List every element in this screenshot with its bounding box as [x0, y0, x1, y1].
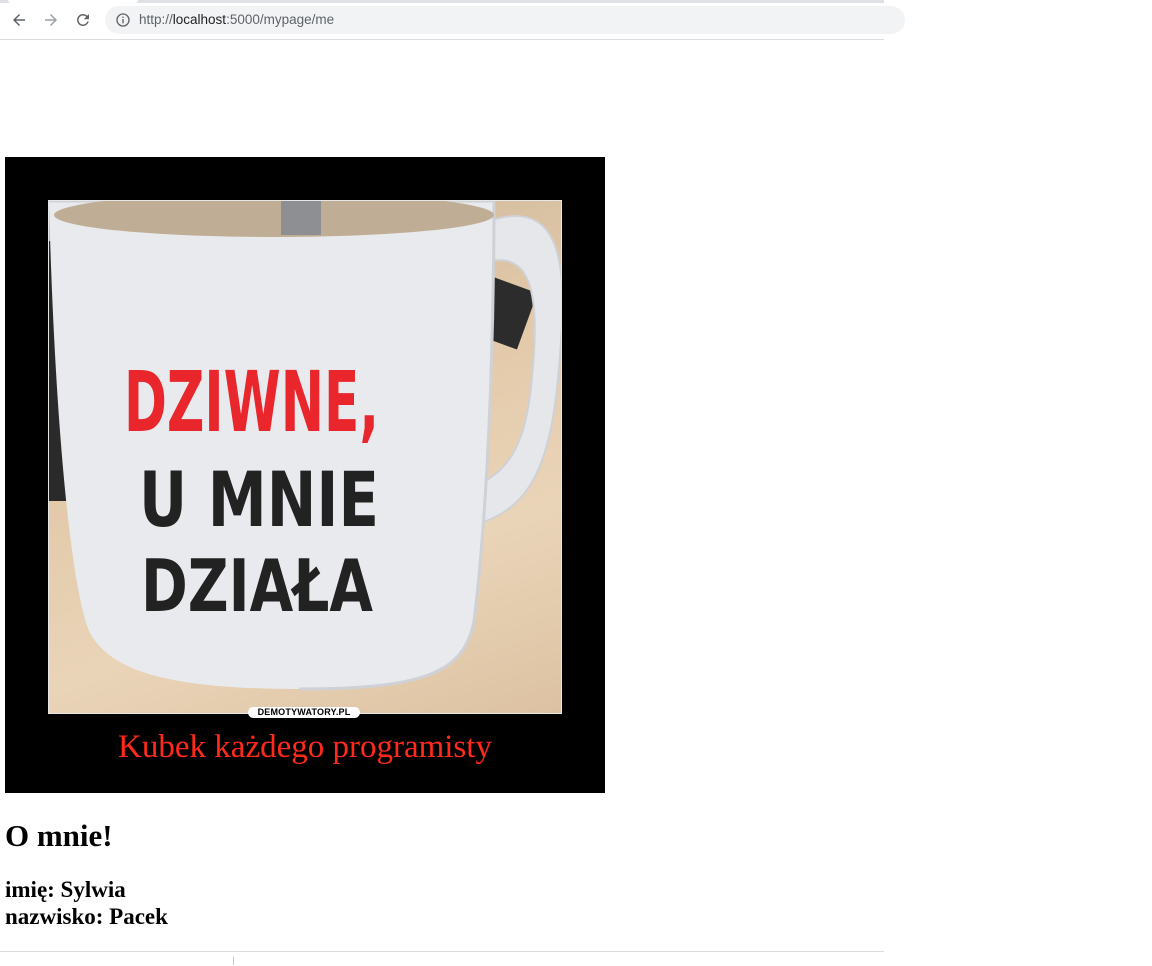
mug-text-line2: U MNIE	[139, 455, 379, 544]
url-scheme: http://	[139, 12, 173, 27]
arrow-right-icon	[45, 14, 57, 26]
mug-illustration: DZIWNE, U MNIE DZIAŁA	[49, 201, 561, 691]
about-title: O mnie!	[5, 818, 113, 853]
active-tab-edge[interactable]	[8, 0, 138, 3]
address-bar[interactable]: http://localhost:5000/mypage/me	[105, 6, 905, 34]
mug-text-line3: DZIAŁA	[141, 544, 373, 628]
first-name-line: imię: Sylwia	[5, 877, 126, 902]
url-host: localhost	[172, 12, 227, 27]
meme-image: DZIWNE, U MNIE DZIAŁA DEMOTYWATORY.PL Ku…	[5, 157, 605, 793]
meme-caption: Kubek każdego programisty	[118, 729, 492, 765]
url-path: :5000/mypage/me	[226, 12, 335, 27]
watermark: DEMOTYWATORY.PL	[248, 707, 360, 718]
spoon	[281, 201, 321, 235]
bottom-bar	[0, 951, 884, 966]
browser-toolbar: http://localhost:5000/mypage/me	[0, 0, 905, 40]
reload-icon	[76, 13, 89, 26]
mug-photo: DZIWNE, U MNIE DZIAŁA	[48, 200, 562, 714]
info-icon[interactable]	[115, 12, 131, 28]
back-button[interactable]	[7, 8, 31, 32]
last-name-line: nazwisko: Pacek	[5, 904, 168, 929]
arrow-left-icon	[13, 14, 25, 26]
divider	[233, 957, 234, 965]
reload-button[interactable]	[71, 8, 95, 32]
forward-button[interactable]	[39, 8, 63, 32]
mug-text-red: DZIWNE,	[124, 353, 379, 451]
url-text[interactable]: http://localhost:5000/mypage/me	[139, 12, 334, 27]
tab-strip	[0, 0, 884, 3]
